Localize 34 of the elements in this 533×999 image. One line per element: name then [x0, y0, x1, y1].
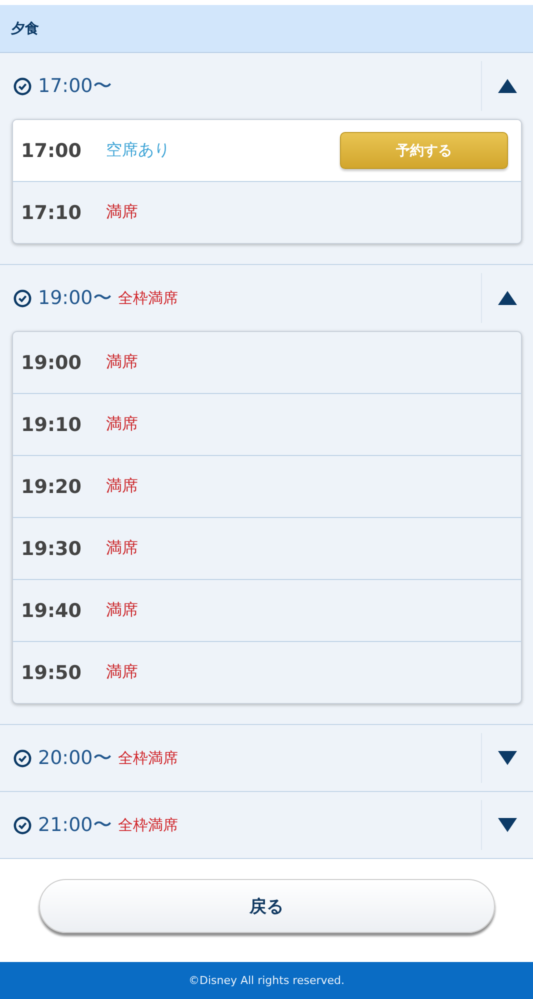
group-status: 全枠満席 [118, 748, 178, 768]
clock-icon [13, 288, 32, 308]
up-triangle-icon [498, 79, 517, 93]
slot-status: 満席 [106, 476, 139, 497]
up-triangle-icon [498, 291, 517, 305]
section-title: 夕食 [11, 20, 39, 38]
slot-status: 満席 [106, 662, 139, 683]
slot-time: 19:00 [21, 352, 82, 374]
group-time: 20:00〜 [38, 746, 112, 771]
down-triangle-icon [498, 751, 517, 765]
slot-time: 19:20 [21, 476, 82, 498]
group-status: 全枠満席 [118, 816, 178, 834]
slot-time: 19:30 [21, 538, 82, 560]
group-time: 19:00〜 [38, 286, 112, 311]
group-time: 17:00〜 [38, 74, 112, 99]
slot-status: 満席 [106, 352, 139, 373]
copyright-text: ©Disney All rights reserved. [188, 974, 345, 987]
clock-icon [13, 748, 32, 768]
slot-time: 17:00 [21, 140, 82, 162]
slot-status: 満席 [106, 538, 139, 559]
slot-status: 満席 [106, 414, 139, 435]
clock-icon [13, 816, 32, 834]
slot-time: 17:10 [21, 202, 82, 224]
group-status: 全枠満席 [118, 288, 178, 308]
slot-status: 満席 [106, 202, 139, 223]
slot-time: 19:40 [21, 600, 82, 622]
slot-time: 19:50 [21, 662, 82, 684]
clock-icon [13, 76, 32, 96]
group-time: 21:00〜 [38, 813, 112, 838]
slot-time: 19:10 [21, 414, 82, 436]
slot-status: 空席あり [106, 140, 171, 161]
slot-status: 満席 [106, 600, 139, 621]
down-triangle-icon [498, 818, 517, 832]
back-button[interactable]: 戻る [38, 879, 494, 933]
